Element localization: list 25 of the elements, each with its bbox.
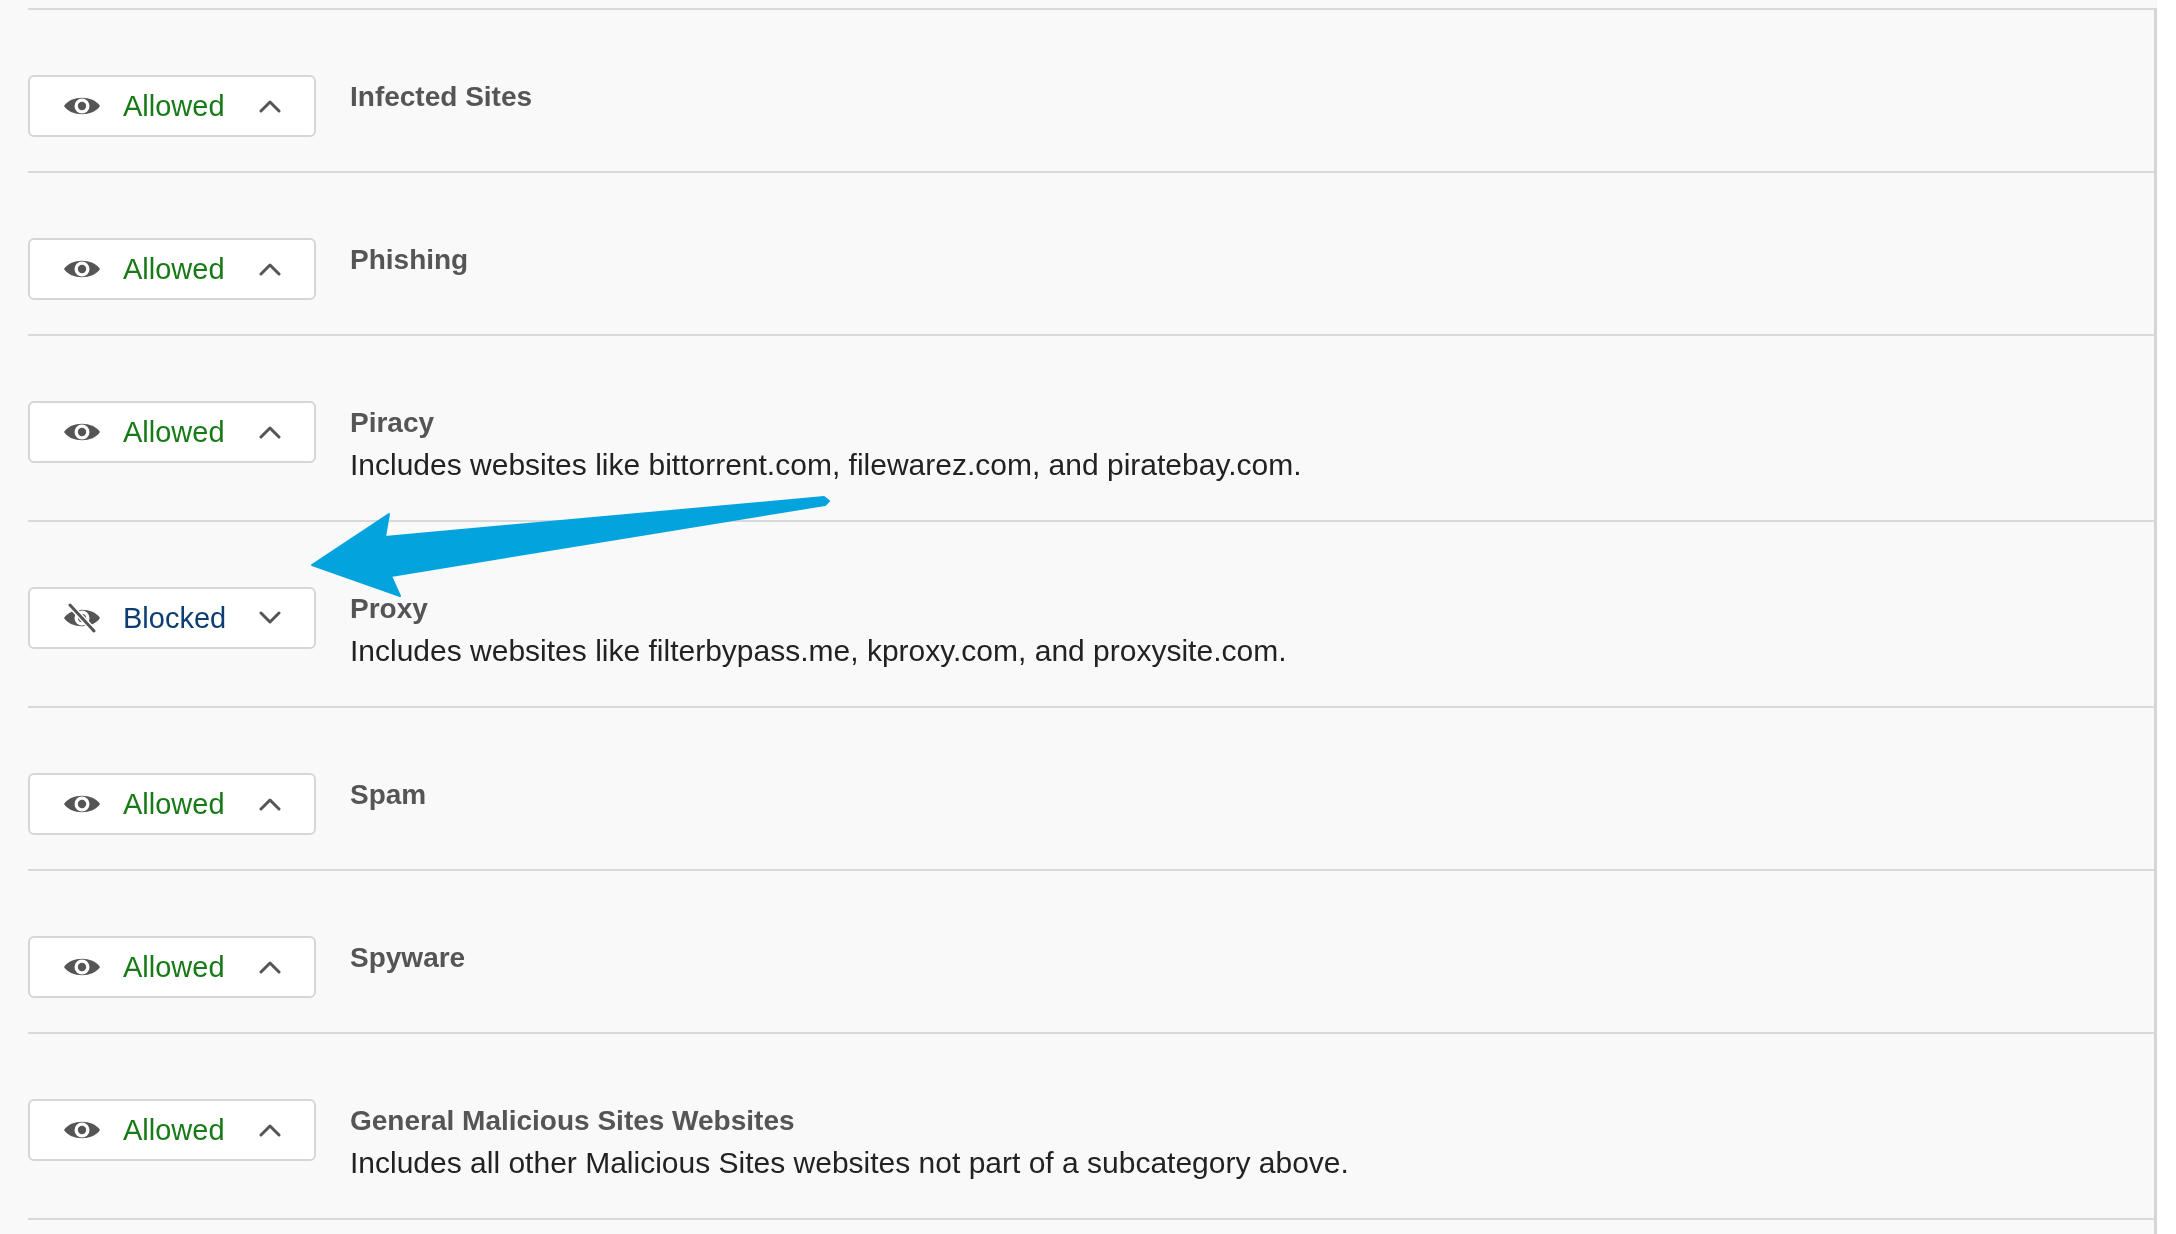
status-dropdown-button[interactable]: Allowed — [28, 1099, 316, 1161]
eye-slash-icon — [63, 603, 101, 633]
category-title: Proxy — [350, 592, 429, 626]
chevron-up-icon — [259, 960, 281, 974]
status-dropdown-button[interactable]: Allowed — [28, 238, 316, 300]
category-title: Infected Sites — [350, 80, 533, 114]
chevron-up-icon — [259, 262, 281, 276]
category-title: Piracy — [350, 406, 436, 440]
chevron-up-icon — [259, 99, 281, 113]
chevron-up-icon — [259, 425, 281, 439]
category-description: Includes all other Malicious Sites websites not part of a subcategory above. — [350, 1145, 1349, 1181]
status-dropdown-button[interactable]: Blocked — [28, 587, 316, 649]
category-title: General Malicious Sites Websites — [350, 1104, 796, 1138]
category-title: Spam — [350, 778, 427, 812]
category-title: Spyware — [350, 941, 466, 975]
status-dropdown-button[interactable]: Allowed — [28, 773, 316, 835]
category-description: Includes websites like bittorrent.com, filewarez.com, and piratebay.com. — [350, 447, 1302, 483]
chevron-down-icon — [259, 611, 281, 625]
status-dropdown-button[interactable]: Allowed — [28, 75, 316, 137]
status-dropdown-button[interactable]: Allowed — [28, 401, 316, 463]
chevron-up-icon — [259, 1123, 281, 1137]
chevron-up-icon — [259, 797, 281, 811]
category-description: Includes websites like filterbypass.me, kproxy.com, and proxysite.com. — [350, 633, 1287, 669]
status-dropdown-button[interactable]: Allowed — [28, 936, 316, 998]
category-title: Phishing — [350, 243, 469, 277]
